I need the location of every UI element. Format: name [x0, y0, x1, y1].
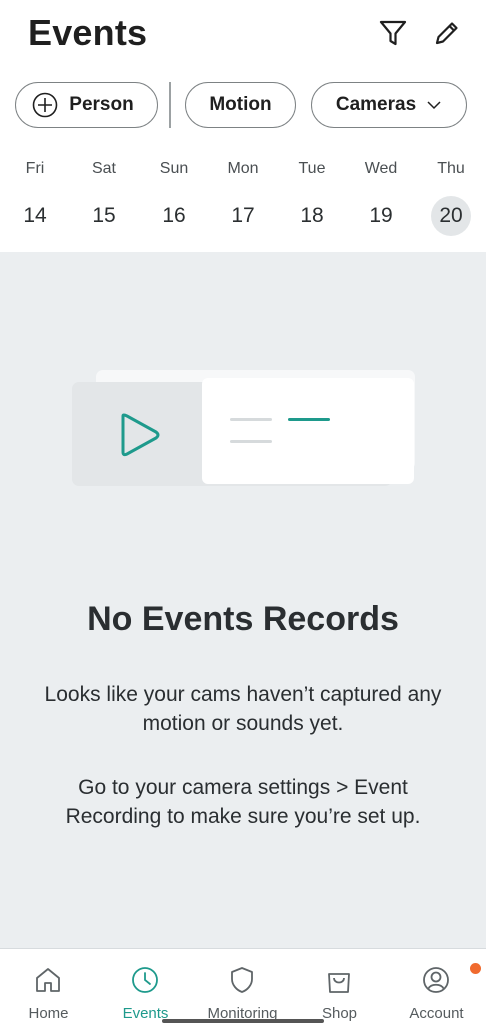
day-number: 19 [369, 204, 393, 227]
day-number: 14 [23, 204, 47, 227]
day-name: Wed [364, 160, 398, 177]
edit-button[interactable] [432, 18, 462, 48]
events-header-panel: Events Person Motion Cameras Fri 14 Sat … [0, 0, 486, 252]
filter-icon [379, 20, 407, 46]
shopping-bag-icon [328, 973, 350, 993]
empty-state-title: No Events Records [87, 600, 399, 638]
cameras-chip-label: Cameras [335, 94, 417, 115]
tab-label: Account [409, 1005, 464, 1022]
filter-button[interactable] [378, 18, 408, 48]
day-number: 16 [162, 204, 186, 227]
day-number: 15 [92, 204, 116, 227]
notification-badge [470, 963, 481, 974]
person-chip-label: Person [69, 94, 134, 115]
home-indicator [162, 1019, 324, 1023]
tab-label: Home [28, 1005, 69, 1022]
user-circle-icon [423, 967, 449, 993]
shield-icon [231, 967, 253, 993]
day-name: Sun [159, 160, 189, 177]
add-person-icon [32, 92, 58, 118]
page-title: Events [28, 12, 148, 53]
day-name: Fri [25, 160, 45, 177]
empty-state-message: Looks like your cams haven’t captured an… [44, 683, 442, 735]
tab-home[interactable]: Home [0, 949, 97, 1024]
motion-chip-label: Motion [209, 94, 272, 115]
tab-account[interactable]: Account [388, 949, 485, 1024]
day-name: Mon [227, 160, 259, 177]
tab-shop[interactable]: Shop [291, 949, 388, 1024]
empty-state-illustration [72, 370, 415, 486]
home-icon [36, 968, 60, 992]
chip-divider [169, 82, 171, 128]
week-date-selector: Fri 14 Sat 15 Sun 16 Mon 17 Tue 18 Wed 1… [0, 160, 486, 240]
pencil-icon [435, 22, 458, 45]
cameras-filter-dropdown[interactable]: Cameras [311, 82, 467, 128]
day-number: 18 [300, 204, 324, 227]
tab-monitoring[interactable]: Monitoring [194, 949, 291, 1024]
day-name: Tue [298, 160, 326, 177]
day-number: 17 [231, 204, 255, 227]
motion-filter-chip[interactable]: Motion [185, 82, 296, 128]
person-filter-chip[interactable]: Person [15, 82, 158, 128]
empty-state-hint: Go to your camera settings > Event Recor… [65, 776, 421, 828]
bottom-tab-bar: Home Events Monitoring Shop Account [0, 948, 486, 1024]
filter-chips: Person Motion Cameras [0, 82, 486, 130]
clock-icon [132, 967, 158, 993]
day-name: Thu [437, 160, 465, 177]
day-number-selected: 20 [431, 196, 471, 236]
tab-events[interactable]: Events [97, 949, 194, 1024]
day-name: Sat [91, 160, 116, 177]
chevron-down-icon [427, 101, 441, 110]
